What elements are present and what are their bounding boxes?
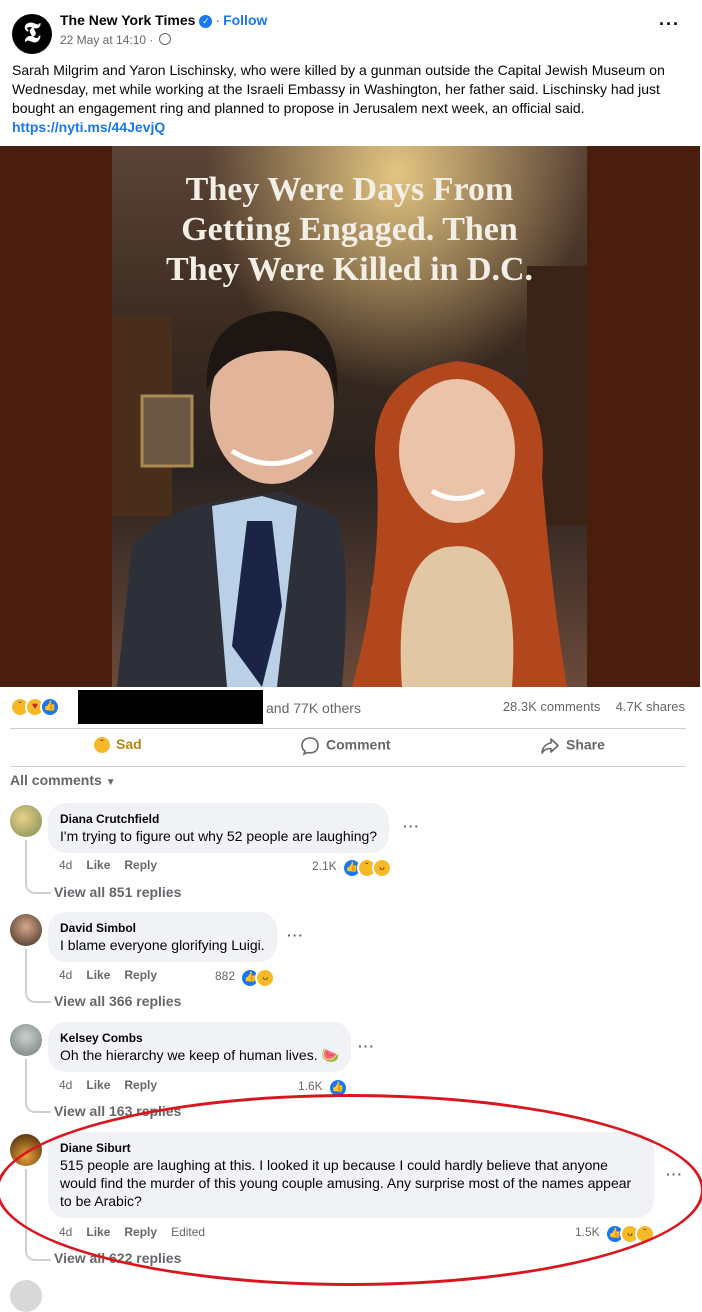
comment-text: I blame everyone glorifying Luigi. — [60, 937, 265, 953]
like-comment-button[interactable]: Like — [86, 858, 110, 872]
divider — [10, 766, 686, 767]
comment-reactions[interactable]: 882 👍 ᴗ — [215, 968, 276, 988]
avatar[interactable] — [10, 1280, 42, 1312]
like-comment-button[interactable]: Like — [86, 1078, 110, 1092]
thread-line — [25, 840, 27, 880]
caret-down-icon: ▼ — [105, 777, 116, 788]
reply-comment-button[interactable]: Reply — [124, 858, 157, 872]
thread-line — [25, 987, 51, 1003]
avatar[interactable] — [10, 805, 42, 837]
follow-button[interactable]: Follow — [223, 12, 267, 28]
view-replies-link[interactable]: View all 851 replies — [54, 884, 181, 900]
sad-reaction-button[interactable]: ˘ Sad — [94, 736, 142, 754]
comment-text: Oh the hierarchy we keep of human lives.… — [60, 1047, 339, 1063]
comments-count[interactable]: 28.3K comments — [503, 699, 601, 714]
post-counts: 28.3K comments 4.7K shares — [503, 699, 685, 714]
shares-count[interactable]: 4.7K shares — [616, 699, 685, 714]
comment-button[interactable]: Comment — [300, 736, 391, 756]
commenter-name[interactable]: Diana Crutchfield — [60, 811, 377, 827]
verified-badge-icon: ✓ — [199, 15, 213, 28]
sad-face-icon: ˘ — [94, 737, 110, 754]
comment-more-options-icon[interactable]: ··· — [403, 818, 420, 834]
globe-icon — [158, 33, 171, 45]
comment-bubble: David Simbol I blame everyone glorifying… — [48, 912, 277, 962]
thread-line — [25, 878, 51, 894]
comments-filter-dropdown[interactable]: All comments ▼ — [10, 772, 116, 788]
reaction-others-count[interactable]: and 77K others — [266, 700, 361, 716]
reply-comment-button[interactable]: Reply — [124, 968, 157, 982]
image-overlay-title: They Were Days From Getting Engaged. The… — [165, 171, 534, 288]
avatar[interactable] — [10, 914, 42, 946]
nyt-logo[interactable]: 𝕿 — [12, 14, 52, 54]
post-more-options-icon[interactable]: ··· — [659, 14, 680, 35]
share-arrow-icon — [541, 738, 559, 754]
comment-more-options-icon[interactable]: ··· — [358, 1038, 375, 1054]
thread-line — [25, 1245, 51, 1261]
thread-line — [25, 1059, 27, 1099]
post-link[interactable]: https://nyti.ms/44JevjQ — [12, 118, 672, 137]
share-button[interactable]: Share — [540, 736, 605, 756]
comment-bubble-icon — [301, 737, 319, 756]
haha-reaction-icon: ᴗ — [372, 858, 393, 878]
comment-meta: 4d Like Reply — [59, 858, 158, 872]
avatar[interactable] — [10, 1024, 42, 1056]
redacted-name-bar — [78, 690, 263, 724]
page-name[interactable]: The New York Times — [60, 12, 195, 28]
thread-line — [25, 1097, 51, 1113]
like-reaction-icon: 👍 — [40, 697, 60, 717]
reply-comment-button[interactable]: Reply — [124, 1078, 157, 1092]
commenter-name[interactable]: David Simbol — [60, 920, 265, 936]
post-text: Sarah Milgrim and Yaron Lischinsky, who … — [12, 61, 672, 137]
thread-line — [25, 949, 27, 989]
comment-reactions[interactable]: 2.1K 👍 ˘ ᴗ — [312, 858, 393, 878]
view-replies-link[interactable]: View all 366 replies — [54, 993, 181, 1009]
comment-text: I'm trying to figure out why 52 people a… — [60, 828, 378, 844]
post-timestamp[interactable]: 22 May at 14:10 · — [60, 33, 171, 47]
post-header: The New York Times ✓ · Follow — [60, 12, 268, 28]
like-comment-button[interactable]: Like — [86, 968, 110, 982]
highlight-circle-annotation — [0, 1094, 702, 1286]
comment-bubble: Diana Crutchfield I'm trying to figure o… — [48, 803, 390, 853]
commenter-name[interactable]: Kelsey Combs — [60, 1030, 339, 1046]
comment-meta: 4d Like Reply — [59, 968, 158, 982]
haha-reaction-icon: ᴗ — [255, 968, 276, 988]
comment-bubble: Kelsey Combs Oh the hierarchy we keep of… — [48, 1022, 351, 1072]
comment-more-options-icon[interactable]: ··· — [287, 927, 304, 943]
divider — [10, 728, 686, 729]
comment-meta: 4d Like Reply — [59, 1078, 158, 1092]
